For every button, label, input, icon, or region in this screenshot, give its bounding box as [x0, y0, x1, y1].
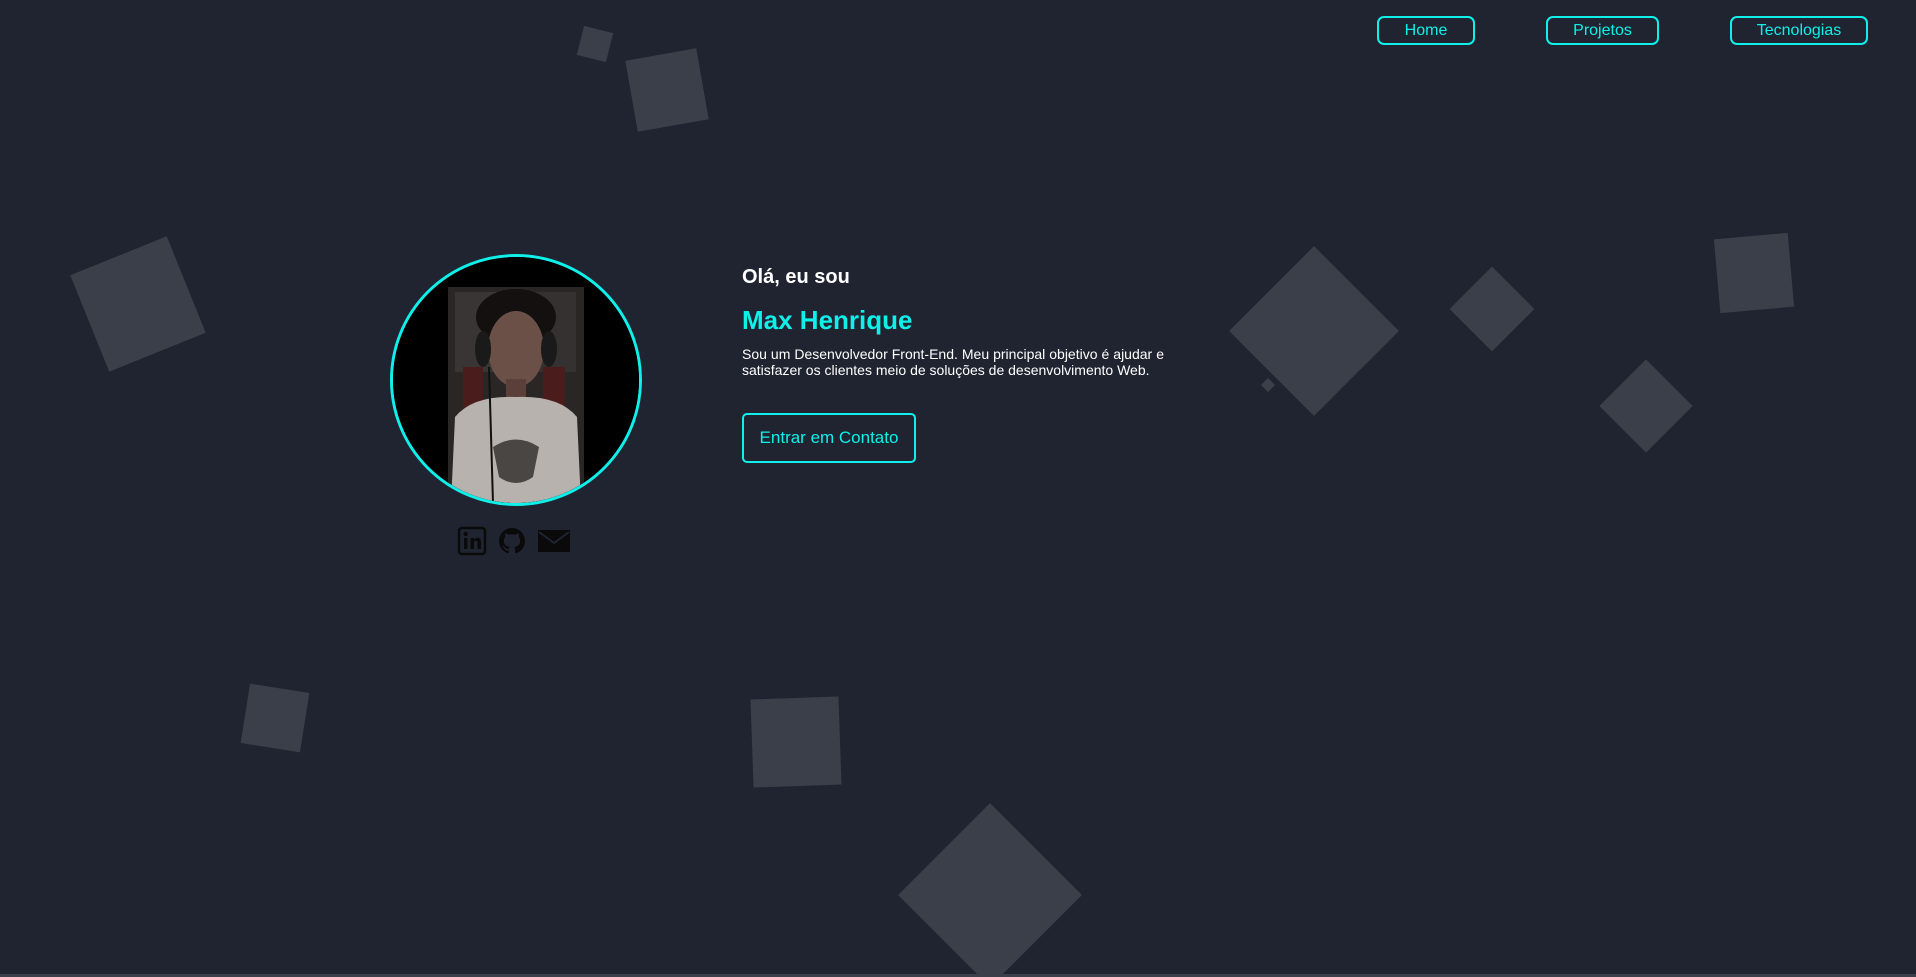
profile-photo-image	[393, 257, 639, 503]
decor-square	[1260, 377, 1276, 393]
decor-square	[576, 25, 614, 63]
profile-photo	[390, 254, 642, 506]
nav-tecnologias-button[interactable]: Tecnologias	[1730, 16, 1868, 45]
github-icon[interactable]	[497, 526, 527, 556]
hero-greeting: Olá, eu sou	[742, 266, 850, 288]
hero-name: Max Henrique	[742, 305, 913, 335]
decor-square	[750, 696, 842, 788]
decor-square	[898, 803, 1082, 977]
decor-square	[625, 48, 709, 132]
decor-square	[240, 683, 310, 753]
portfolio-page: Home Projetos Tecnologias Olá, eu sou Ma…	[0, 0, 1916, 977]
linkedin-icon[interactable]	[457, 526, 487, 556]
decor-square	[1713, 232, 1795, 314]
decor-square	[70, 236, 206, 372]
email-icon[interactable]	[537, 526, 571, 556]
contact-button[interactable]: Entrar em Contato	[742, 413, 916, 463]
decor-square	[1449, 266, 1535, 352]
decor-square	[1599, 359, 1693, 453]
hero-description: Sou um Desenvolvedor Front-End. Meu prin…	[742, 346, 1164, 378]
decor-square	[1229, 246, 1399, 416]
nav-projetos-button[interactable]: Projetos	[1546, 16, 1659, 45]
nav-home-button[interactable]: Home	[1377, 16, 1475, 45]
